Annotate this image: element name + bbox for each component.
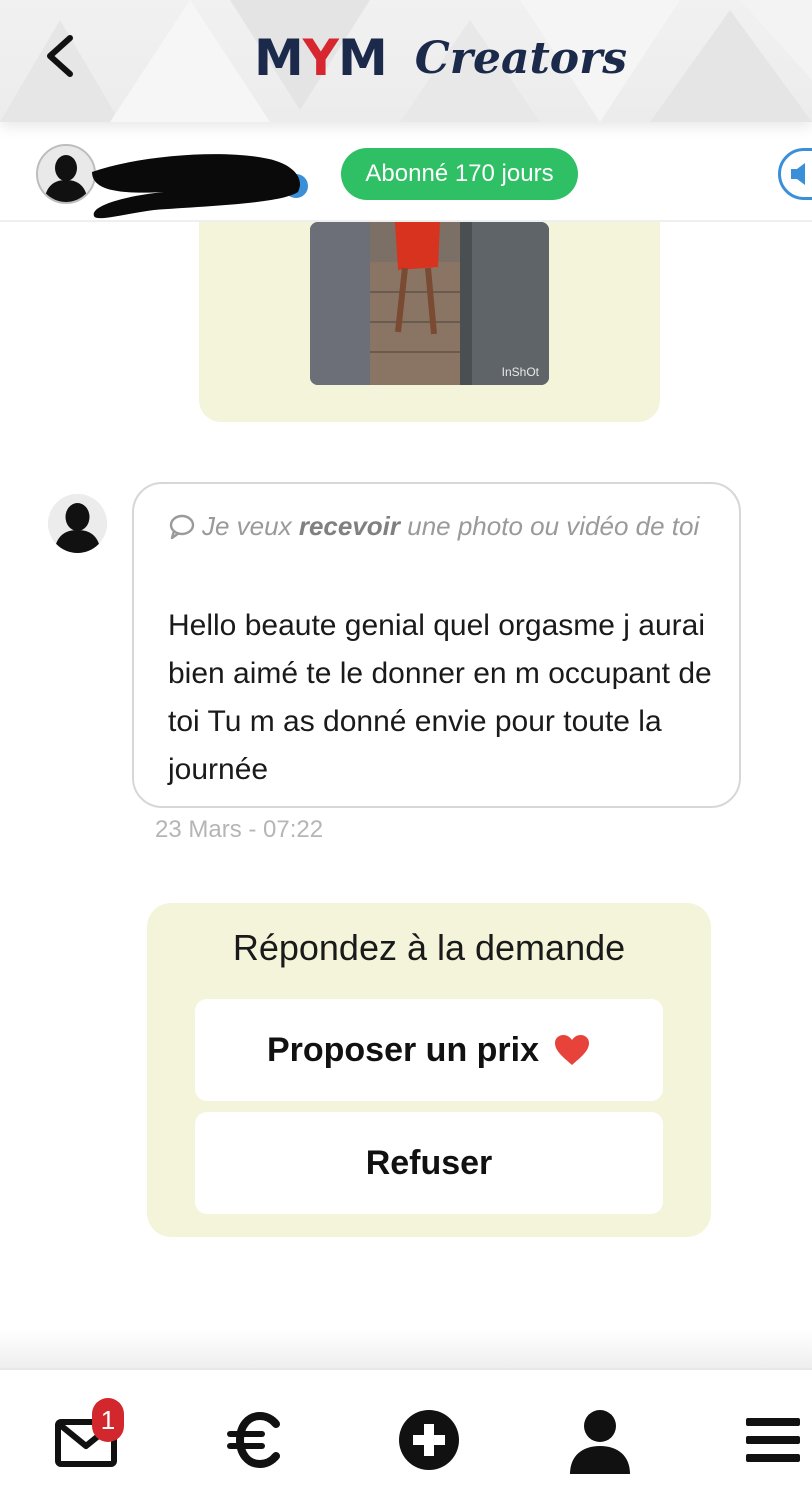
sound-toggle-button[interactable] [778, 148, 812, 200]
nav-menu[interactable] [732, 1400, 812, 1480]
bottom-nav-shadow [0, 1330, 812, 1370]
conversation-user-bar: Abonné 170 jours [0, 122, 812, 222]
propose-price-button[interactable]: Proposer un prix [195, 999, 663, 1101]
message-text: Hello beaute genial quel orgasme j aurai… [168, 609, 712, 786]
respond-title: Répondez à la demande [232, 927, 626, 968]
speech-bubble-icon [169, 514, 195, 540]
nav-create[interactable] [389, 1400, 469, 1480]
request-type-line: Je veux recevoir une photo ou vidéo de t… [168, 502, 708, 550]
euro-icon [227, 1411, 280, 1469]
message-timestamp: 23 Mars - 07:22 [155, 816, 324, 843]
media-watermark: InShOt [501, 365, 539, 379]
message-bubble: Je veux recevoir une photo ou vidéo de t… [132, 482, 741, 808]
request-prefix: Je veux [202, 511, 299, 541]
refuse-button[interactable]: Refuser [195, 1112, 663, 1214]
app-header: MYM Creators [0, 0, 812, 122]
messages-notification-badge: 1 [92, 1398, 124, 1442]
logo-mym: MYM [254, 29, 388, 87]
redacted-username [92, 154, 308, 219]
logo-creators: Creators [414, 32, 628, 84]
request-suffix: une photo ou vidéo de toi [400, 511, 700, 541]
nav-profile[interactable] [560, 1400, 640, 1480]
default-avatar-icon [48, 494, 107, 553]
propose-price-label: Proposer un prix [266, 1030, 540, 1069]
request-bold: recevoir [298, 511, 401, 541]
mym-creators-logo: MYM Creators [254, 18, 627, 98]
speaker-icon [791, 163, 805, 185]
sender-avatar[interactable] [48, 494, 107, 553]
subscription-badge: Abonné 170 jours [341, 148, 578, 200]
nav-revenue[interactable] [218, 1400, 298, 1480]
menu-icon [746, 1418, 800, 1462]
plus-circle-icon [399, 1410, 459, 1470]
chevron-left-icon [47, 35, 73, 77]
refuse-label: Refuser [365, 1143, 493, 1182]
back-button[interactable] [36, 28, 86, 84]
media-thumbnail[interactable]: InShOt [310, 222, 549, 385]
user-icon [570, 1410, 630, 1474]
respond-request-card: Répondez à la demande Proposer un prix R… [147, 903, 711, 1237]
media-image [310, 222, 549, 385]
heart-icon [555, 1035, 590, 1065]
